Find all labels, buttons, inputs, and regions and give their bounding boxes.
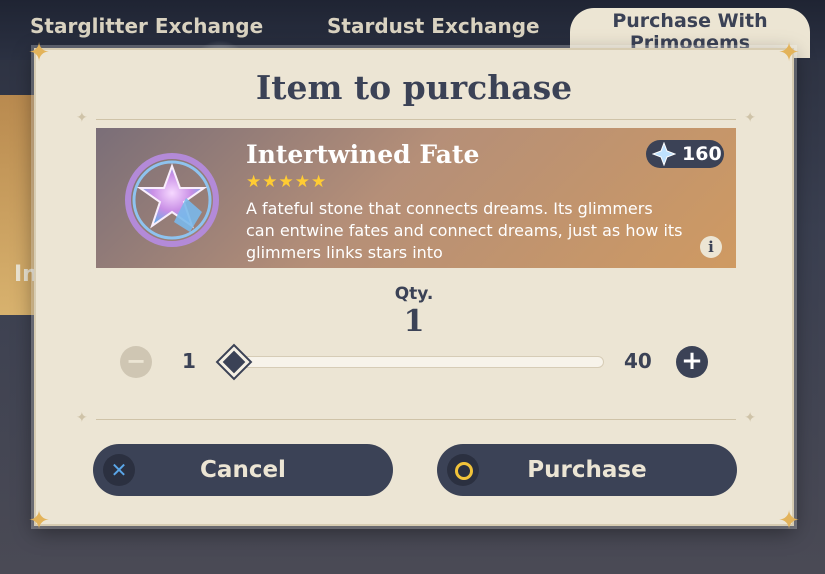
- decrease-quantity-button[interactable]: −: [120, 346, 152, 378]
- quantity-slider-row: − 1 40 +: [120, 344, 710, 380]
- item-card: Intertwined Fate ★★★★★ A fateful stone t…: [96, 128, 736, 268]
- increase-quantity-button[interactable]: +: [676, 346, 708, 378]
- quantity-slider-thumb[interactable]: [218, 346, 250, 378]
- divider-star-icon: ✦: [76, 410, 88, 426]
- dialog-title: Item to purchase: [255, 68, 573, 107]
- intertwined-fate-icon: [125, 153, 219, 247]
- title-divider: ✦ ✦: [76, 110, 756, 126]
- tab-stardust-exchange[interactable]: Stardust Exchange: [327, 14, 540, 52]
- quantity-min-label: 1: [182, 349, 196, 373]
- quantity-slider-track[interactable]: [232, 356, 604, 368]
- corner-ornament-icon: ✦: [778, 38, 800, 68]
- quantity-max-label: 40: [624, 349, 652, 373]
- purchase-button-label: Purchase: [527, 457, 647, 483]
- corner-ornament-icon: ✦: [28, 38, 50, 68]
- divider-star-icon: ✦: [76, 110, 88, 126]
- quantity-value: 1: [403, 304, 425, 339]
- price-badge: 160: [646, 140, 724, 168]
- item-name: Intertwined Fate: [246, 140, 480, 169]
- quantity-label: Qty.: [394, 284, 434, 304]
- circle-icon: [447, 454, 479, 486]
- rarity-stars: ★★★★★: [246, 172, 328, 192]
- corner-ornament-icon: ✦: [28, 506, 50, 536]
- corner-ornament-icon: ✦: [778, 506, 800, 536]
- purchase-button[interactable]: Purchase: [437, 444, 737, 496]
- item-description: A fateful stone that connects dreams. It…: [246, 199, 683, 262]
- divider-star-icon: ✦: [744, 410, 756, 426]
- buttons-divider: ✦ ✦: [76, 410, 756, 426]
- divider-star-icon: ✦: [744, 110, 756, 126]
- purchase-dialog: ✦ ✦ ✦ ✦ Item to purchase ✦ ✦ Intertwined…: [28, 40, 800, 534]
- primogem-icon: [652, 142, 676, 166]
- cancel-button-label: Cancel: [200, 457, 286, 483]
- price-value: 160: [682, 143, 722, 165]
- cancel-button[interactable]: ✕ Cancel: [93, 444, 393, 496]
- cross-icon: ✕: [103, 454, 135, 486]
- info-icon[interactable]: i: [700, 236, 722, 258]
